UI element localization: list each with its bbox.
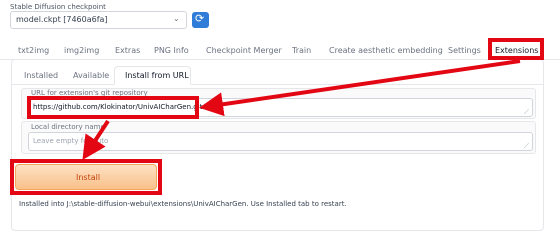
annotation-arrows (82, 59, 521, 161)
annotation-arrow-tab-to-url (199, 59, 521, 117)
annotation-arrow-url-to-install (82, 119, 110, 161)
